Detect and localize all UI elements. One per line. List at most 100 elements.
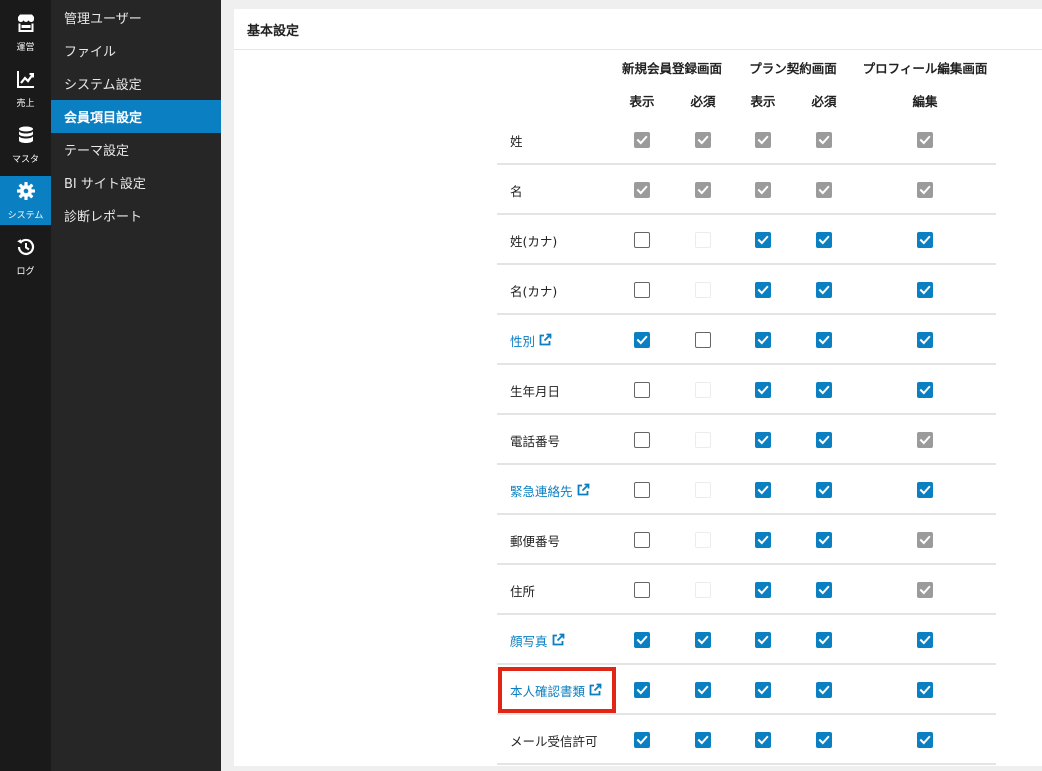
- checkbox-checked[interactable]: [755, 232, 771, 248]
- field-link[interactable]: 性別: [510, 315, 552, 365]
- submenu-item[interactable]: 診断レポート: [51, 199, 221, 232]
- gear-icon: [16, 181, 36, 205]
- nav-rail-label: ログ: [16, 266, 35, 277]
- nav-rail-item[interactable]: システム: [0, 176, 51, 225]
- checkbox-checked[interactable]: [917, 232, 933, 248]
- field-label: メール受信許可: [510, 715, 598, 765]
- checkbox-checked[interactable]: [816, 582, 832, 598]
- checkbox-unchecked[interactable]: [634, 482, 650, 498]
- submenu-item[interactable]: BI サイト設定: [51, 166, 221, 199]
- checkbox-unchecked[interactable]: [634, 382, 650, 398]
- nav-rail-item[interactable]: マスタ: [0, 120, 51, 169]
- nav-rail-label: マスタ: [11, 154, 39, 165]
- field-label-text: メール受信許可: [510, 733, 598, 749]
- checkbox-checked[interactable]: [755, 532, 771, 548]
- chart-icon: [16, 69, 36, 93]
- checkbox-locked: [816, 132, 832, 148]
- submenu-item[interactable]: 管理ユーザー: [51, 1, 221, 34]
- column-group-header: プラン契約画面: [749, 61, 837, 76]
- checkbox-checked[interactable]: [695, 632, 711, 648]
- checkbox-checked[interactable]: [755, 482, 771, 498]
- submenu-item[interactable]: 会員項目設定: [51, 100, 221, 133]
- checkbox-checked[interactable]: [634, 682, 650, 698]
- checkbox-locked: [634, 182, 650, 198]
- checkbox-locked: [755, 132, 771, 148]
- store-icon: [16, 13, 36, 37]
- checkbox-locked: [917, 582, 933, 598]
- checkbox-checked[interactable]: [917, 682, 933, 698]
- field-label-text: 姓(カナ): [510, 233, 558, 249]
- checkbox-checked[interactable]: [755, 432, 771, 448]
- checkbox-checked[interactable]: [816, 482, 832, 498]
- submenu-item[interactable]: システム設定: [51, 67, 221, 100]
- checkbox-unchecked[interactable]: [634, 282, 650, 298]
- checkbox-checked[interactable]: [917, 732, 933, 748]
- checkbox-disabled: [695, 482, 711, 498]
- submenu-item[interactable]: テーマ設定: [51, 133, 221, 166]
- checkbox-checked[interactable]: [755, 582, 771, 598]
- external-link-icon: [539, 333, 552, 346]
- submenu-item[interactable]: ファイル: [51, 34, 221, 67]
- checkbox-checked[interactable]: [816, 282, 832, 298]
- table-row: 住所: [497, 565, 996, 615]
- checkbox-locked: [917, 182, 933, 198]
- external-link-icon: [577, 483, 589, 496]
- field-link[interactable]: 顔写真: [510, 615, 565, 665]
- nav-rail-item[interactable]: ログ: [0, 232, 51, 281]
- table-row: 緊急連絡先: [497, 465, 996, 515]
- checkbox-checked[interactable]: [816, 232, 832, 248]
- checkbox-checked[interactable]: [917, 632, 933, 648]
- nav-rail-item[interactable]: 売上: [0, 64, 51, 113]
- field-label-text: 本人確認書類: [510, 683, 586, 699]
- checkbox-checked[interactable]: [917, 332, 933, 348]
- checkbox-unchecked[interactable]: [695, 332, 711, 348]
- checkbox-locked: [917, 132, 933, 148]
- checkbox-checked[interactable]: [816, 432, 832, 448]
- field-link[interactable]: 緊急連絡先: [510, 465, 590, 515]
- table-row: 顔写真: [497, 615, 996, 665]
- checkbox-checked[interactable]: [816, 682, 832, 698]
- field-label-text: 名: [510, 183, 523, 199]
- checkbox-disabled: [695, 582, 711, 598]
- field-label-text: 顔写真: [510, 633, 548, 649]
- checkbox-checked[interactable]: [816, 732, 832, 748]
- checkbox-checked[interactable]: [695, 682, 711, 698]
- checkbox-locked: [755, 182, 771, 198]
- checkbox-unchecked[interactable]: [634, 232, 650, 248]
- checkbox-locked: [816, 182, 832, 198]
- checkbox-checked[interactable]: [917, 282, 933, 298]
- checkbox-checked[interactable]: [755, 382, 771, 398]
- checkbox-checked[interactable]: [816, 632, 832, 648]
- checkbox-checked[interactable]: [634, 632, 650, 648]
- checkbox-checked[interactable]: [917, 382, 933, 398]
- checkbox-checked[interactable]: [755, 732, 771, 748]
- checkbox-checked[interactable]: [755, 332, 771, 348]
- table-row: 姓(カナ): [497, 215, 996, 265]
- checkbox-checked[interactable]: [816, 532, 832, 548]
- checkbox-unchecked[interactable]: [634, 582, 650, 598]
- checkbox-locked: [917, 432, 933, 448]
- checkbox-checked[interactable]: [634, 732, 650, 748]
- table-row: 電話番号: [497, 415, 996, 465]
- checkbox-locked: [695, 182, 711, 198]
- column-subheader: 必須: [690, 94, 716, 109]
- field-label: 姓(カナ): [510, 215, 557, 265]
- checkbox-unchecked[interactable]: [634, 532, 650, 548]
- nav-rail-label: 運営: [16, 42, 35, 53]
- checkbox-checked[interactable]: [755, 282, 771, 298]
- table-row: メール受信許可: [497, 715, 996, 765]
- checkbox-checked[interactable]: [755, 682, 771, 698]
- field-label-text: 名(カナ): [510, 283, 558, 299]
- checkbox-checked[interactable]: [917, 482, 933, 498]
- checkbox-checked[interactable]: [816, 382, 832, 398]
- field-link[interactable]: 本人確認書類: [510, 665, 602, 715]
- field-label-text: 緊急連絡先: [510, 483, 573, 499]
- checkbox-unchecked[interactable]: [634, 432, 650, 448]
- nav-rail-label: 売上: [16, 98, 35, 109]
- checkbox-checked[interactable]: [755, 632, 771, 648]
- checkbox-checked[interactable]: [695, 732, 711, 748]
- checkbox-checked[interactable]: [816, 332, 832, 348]
- checkbox-checked[interactable]: [634, 332, 650, 348]
- panel-title: 基本設定: [234, 9, 1042, 50]
- nav-rail-item[interactable]: 運営: [0, 8, 51, 57]
